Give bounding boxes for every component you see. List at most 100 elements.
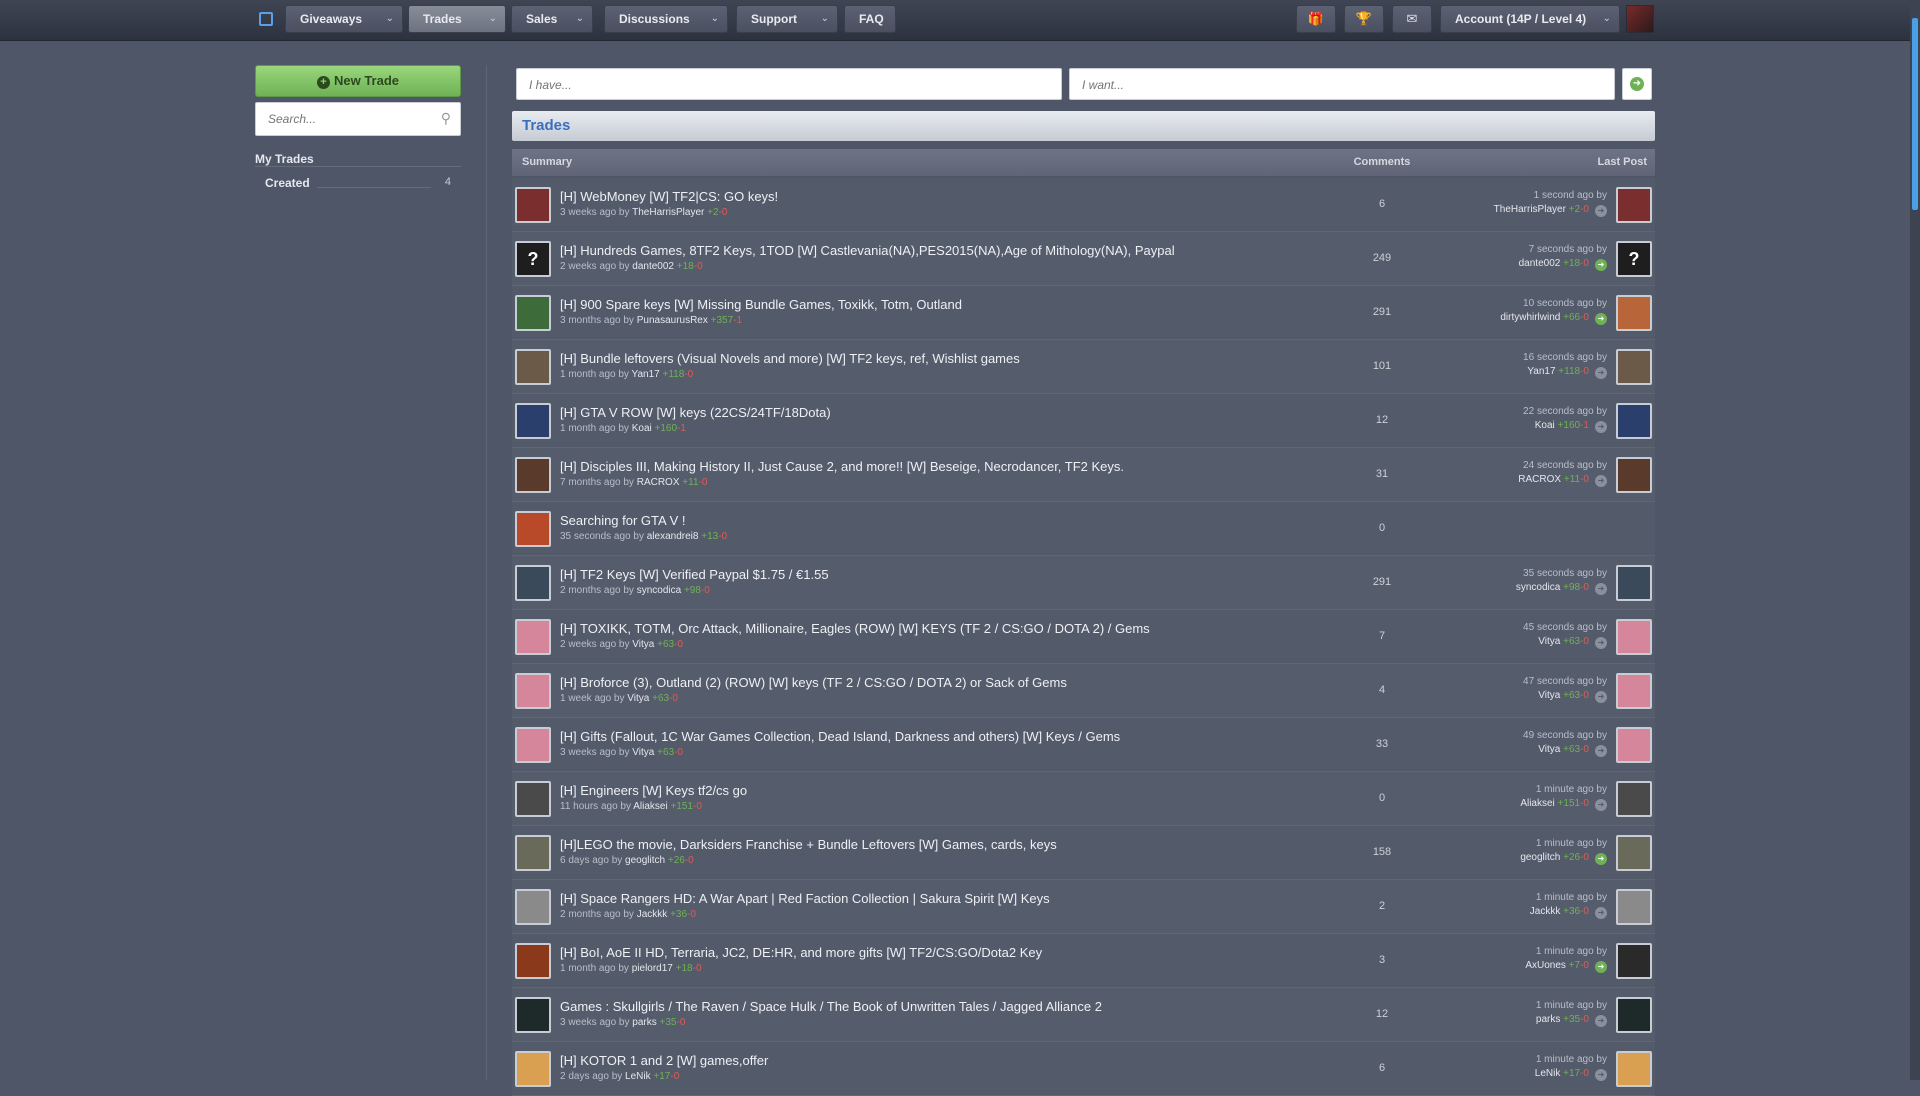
last-post-avatar[interactable] bbox=[1616, 403, 1652, 439]
author-link[interactable]: alexandrei8 bbox=[647, 531, 699, 542]
last-post-user-link[interactable]: Aliaksei bbox=[1520, 798, 1554, 809]
table-row[interactable]: [H] Gifts (Fallout, 1C War Games Collect… bbox=[512, 718, 1655, 772]
last-post-avatar[interactable] bbox=[1616, 349, 1652, 385]
last-post-avatar[interactable] bbox=[1616, 889, 1652, 925]
last-post-avatar[interactable] bbox=[1616, 835, 1652, 871]
last-post-avatar[interactable] bbox=[1616, 727, 1652, 763]
last-post-user-link[interactable]: Vitya bbox=[1538, 636, 1560, 647]
trade-title-link[interactable]: [H] BoI, AoE II HD, Terraria, JC2, DE:HR… bbox=[560, 945, 1042, 960]
read-post-arrow-icon[interactable]: ➜ bbox=[1595, 799, 1607, 811]
last-post-user-link[interactable]: Jackkk bbox=[1530, 906, 1561, 917]
author-link[interactable]: Jackkk bbox=[637, 909, 668, 920]
last-post-avatar[interactable] bbox=[1616, 187, 1652, 223]
trade-title-link[interactable]: Games : Skullgirls / The Raven / Space H… bbox=[560, 999, 1102, 1014]
author-avatar[interactable] bbox=[515, 403, 551, 439]
user-avatar[interactable] bbox=[1626, 5, 1654, 33]
last-post-avatar[interactable] bbox=[1616, 457, 1652, 493]
author-link[interactable]: Vitya bbox=[627, 693, 649, 704]
table-row[interactable]: [H] TOXIKK, TOTM, Orc Attack, Millionair… bbox=[512, 610, 1655, 664]
table-row[interactable]: [H] KOTOR 1 and 2 [W] games,offer 2 days … bbox=[512, 1042, 1655, 1096]
search-icon[interactable]: ⚲ bbox=[441, 110, 451, 127]
author-link[interactable]: Koai bbox=[632, 423, 652, 434]
new-post-arrow-icon[interactable]: ➜ bbox=[1595, 259, 1607, 271]
read-post-arrow-icon[interactable]: ➜ bbox=[1595, 691, 1607, 703]
last-post-user-link[interactable]: AxUones bbox=[1525, 960, 1566, 971]
author-link[interactable]: RACROX bbox=[637, 477, 680, 488]
last-post-user-link[interactable]: TheHarrisPlayer bbox=[1494, 204, 1566, 215]
last-post-avatar[interactable]: ? bbox=[1616, 241, 1652, 277]
read-post-arrow-icon[interactable]: ➜ bbox=[1595, 907, 1607, 919]
author-avatar[interactable] bbox=[515, 1051, 551, 1087]
gift-icon[interactable]: 🎁 bbox=[1296, 5, 1336, 33]
last-post-avatar[interactable] bbox=[1616, 295, 1652, 331]
nav-sales[interactable]: Sales ⌄ bbox=[511, 5, 593, 33]
table-row[interactable]: [H] Engineers [W] Keys tf2/cs go 11 hours… bbox=[512, 772, 1655, 826]
author-avatar[interactable] bbox=[515, 889, 551, 925]
envelope-icon[interactable]: ✉ bbox=[1392, 5, 1432, 33]
scrollbar-thumb[interactable] bbox=[1912, 18, 1918, 210]
trade-title-link[interactable]: [H] Hundreds Games, 8TF2 Keys, 1TOD [W] … bbox=[560, 243, 1175, 258]
table-row[interactable]: [H] 900 Spare keys [W] Missing Bundle Ga… bbox=[512, 286, 1655, 340]
table-row[interactable]: [H]LEGO the movie, Darksiders Franchise … bbox=[512, 826, 1655, 880]
author-avatar[interactable] bbox=[515, 565, 551, 601]
author-link[interactable]: Vitya bbox=[632, 747, 654, 758]
last-post-avatar[interactable] bbox=[1616, 781, 1652, 817]
table-row[interactable]: [H] BoI, AoE II HD, Terraria, JC2, DE:HR… bbox=[512, 934, 1655, 988]
author-avatar[interactable] bbox=[515, 619, 551, 655]
trade-title-link[interactable]: Searching for GTA V ! bbox=[560, 513, 685, 528]
account-menu[interactable]: Account (14P / Level 4) ⌄ bbox=[1440, 5, 1620, 33]
author-link[interactable]: pielord17 bbox=[632, 963, 673, 974]
last-post-user-link[interactable]: LeNik bbox=[1535, 1068, 1561, 1079]
author-avatar[interactable] bbox=[515, 781, 551, 817]
table-row[interactable]: [H] Bundle leftovers (Visual Novels and … bbox=[512, 340, 1655, 394]
author-link[interactable]: TheHarrisPlayer bbox=[632, 207, 704, 218]
table-row[interactable]: [H] WebMoney [W] TF2|CS: GO keys! 3 weeks… bbox=[512, 178, 1655, 232]
trade-title-link[interactable]: [H] Engineers [W] Keys tf2/cs go bbox=[560, 783, 747, 798]
author-link[interactable]: dante002 bbox=[632, 261, 674, 272]
nav-trades[interactable]: Trades ⌄ bbox=[408, 5, 506, 33]
author-avatar[interactable] bbox=[515, 457, 551, 493]
read-post-arrow-icon[interactable]: ➜ bbox=[1595, 1069, 1607, 1081]
last-post-user-link[interactable]: RACROX bbox=[1518, 474, 1561, 485]
trade-title-link[interactable]: [H] TOXIKK, TOTM, Orc Attack, Millionair… bbox=[560, 621, 1150, 636]
author-avatar[interactable] bbox=[515, 349, 551, 385]
last-post-avatar[interactable] bbox=[1616, 619, 1652, 655]
site-logo-icon[interactable] bbox=[259, 12, 273, 26]
last-post-user-link[interactable]: parks bbox=[1536, 1014, 1560, 1025]
author-link[interactable]: PunasaurusRex bbox=[637, 315, 708, 326]
want-input[interactable] bbox=[1080, 69, 1604, 101]
last-post-user-link[interactable]: dirtywhirlwind bbox=[1500, 312, 1560, 323]
table-row[interactable]: Searching for GTA V ! 35 seconds ago by a… bbox=[512, 502, 1655, 556]
author-link[interactable]: Vitya bbox=[632, 639, 654, 650]
nav-support[interactable]: Support ⌄ bbox=[736, 5, 838, 33]
last-post-user-link[interactable]: Vitya bbox=[1538, 690, 1560, 701]
author-link[interactable]: LeNik bbox=[625, 1071, 651, 1082]
author-avatar[interactable] bbox=[515, 943, 551, 979]
trade-title-link[interactable]: [H] TF2 Keys [W] Verified Paypal $1.75 /… bbox=[560, 567, 829, 582]
table-row[interactable]: ? [H] Hundreds Games, 8TF2 Keys, 1TOD [W]… bbox=[512, 232, 1655, 286]
read-post-arrow-icon[interactable]: ➜ bbox=[1595, 205, 1607, 217]
author-link[interactable]: parks bbox=[632, 1017, 656, 1028]
new-trade-button[interactable]: + New Trade bbox=[255, 65, 461, 97]
author-avatar[interactable] bbox=[515, 187, 551, 223]
last-post-user-link[interactable]: syncodica bbox=[1516, 582, 1560, 593]
author-avatar[interactable] bbox=[515, 511, 551, 547]
trade-title-link[interactable]: [H] Broforce (3), Outland (2) (ROW) [W] … bbox=[560, 675, 1067, 690]
table-row[interactable]: [H] Space Rangers HD: A War Apart | Red … bbox=[512, 880, 1655, 934]
nav-discussions[interactable]: Discussions ⌄ bbox=[604, 5, 728, 33]
table-row[interactable]: [H] Broforce (3), Outland (2) (ROW) [W] … bbox=[512, 664, 1655, 718]
last-post-user-link[interactable]: geoglitch bbox=[1520, 852, 1560, 863]
table-row[interactable]: [H] GTA V ROW [W] keys (22CS/24TF/18Dota… bbox=[512, 394, 1655, 448]
author-avatar[interactable] bbox=[515, 997, 551, 1033]
trade-title-link[interactable]: [H] Bundle leftovers (Visual Novels and … bbox=[560, 351, 1020, 366]
last-post-user-link[interactable]: Vitya bbox=[1538, 744, 1560, 755]
search-go-button[interactable]: ➜ bbox=[1622, 68, 1652, 100]
nav-faq[interactable]: FAQ bbox=[844, 5, 896, 33]
author-avatar[interactable] bbox=[515, 673, 551, 709]
author-link[interactable]: geoglitch bbox=[625, 855, 665, 866]
trade-title-link[interactable]: [H] Gifts (Fallout, 1C War Games Collect… bbox=[560, 729, 1120, 744]
last-post-avatar[interactable] bbox=[1616, 565, 1652, 601]
read-post-arrow-icon[interactable]: ➜ bbox=[1595, 1015, 1607, 1027]
read-post-arrow-icon[interactable]: ➜ bbox=[1595, 637, 1607, 649]
read-post-arrow-icon[interactable]: ➜ bbox=[1595, 421, 1607, 433]
